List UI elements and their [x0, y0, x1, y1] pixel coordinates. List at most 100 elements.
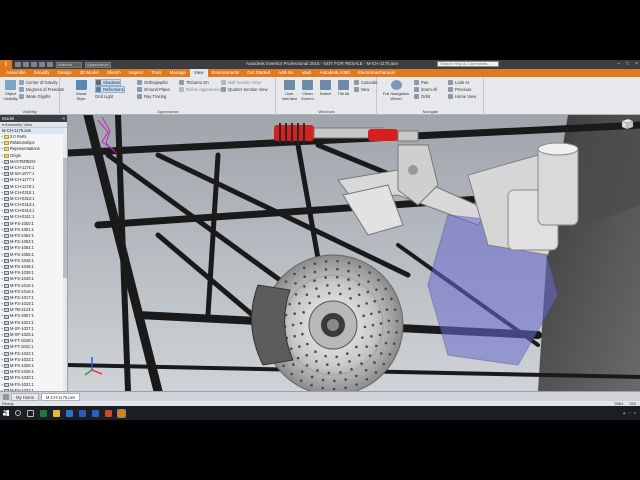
zoom-all-button[interactable]: Zoom All — [414, 86, 437, 93]
tab-vault[interactable]: Vault — [298, 69, 316, 77]
visibility-group: Object Visibility Center of Gravity Degr… — [0, 77, 64, 115]
notification-icon[interactable]: ▴ — [623, 410, 625, 415]
redo-icon[interactable] — [47, 62, 53, 67]
tab-environments[interactable]: Environments — [208, 69, 244, 77]
tab-tools[interactable]: Tools — [147, 69, 166, 77]
appearance-select[interactable]: Appearance — [85, 61, 111, 68]
close-icon[interactable]: × — [62, 115, 65, 122]
tile-all-icon — [338, 80, 349, 90]
tab-view[interactable]: View — [189, 69, 208, 77]
browser-scrollbar[interactable] — [63, 128, 67, 391]
system-tray: ▴ ◌ ◖ — [623, 410, 636, 415]
part-icon — [4, 221, 9, 226]
visual-style-button[interactable]: Visual Style — [71, 79, 91, 101]
model-render[interactable] — [68, 115, 640, 391]
part-icon — [4, 252, 9, 257]
tab-electromechanical[interactable]: Electromechanical — [354, 69, 399, 77]
undo-icon[interactable] — [39, 62, 45, 67]
scrollbar-thumb[interactable] — [63, 158, 67, 278]
maximize-button[interactable]: □ — [626, 61, 629, 67]
ray-tracing-icon — [137, 94, 142, 99]
material-select[interactable]: Material — [56, 61, 82, 68]
windows-group: User Interface Clean Screen Switch Tile … — [277, 77, 378, 115]
switch-button[interactable]: Switch — [317, 79, 334, 101]
tab-3d-model[interactable]: 3D Model — [76, 69, 103, 77]
refine-appearance-button[interactable]: Refine Appearance — [179, 86, 222, 93]
viewcube-icon[interactable] — [618, 118, 634, 130]
quarter-section-button[interactable]: Quarter Section View — [221, 86, 268, 93]
appearance-group: Visual Style Shadows Reflections Grid Li… — [61, 77, 276, 115]
store-icon[interactable] — [66, 409, 73, 417]
tab-sketch[interactable]: Sketch — [103, 69, 125, 77]
word-icon[interactable] — [79, 409, 86, 417]
inventor-logo[interactable]: I — [0, 60, 12, 69]
tab-get-started[interactable]: Get Started — [243, 69, 274, 77]
tab-simplify[interactable]: Simplify — [30, 69, 54, 77]
inventor-icon[interactable] — [117, 408, 126, 418]
model-browser: Model × ▾ Assembly View M-CH-1175.iam +3.… — [0, 115, 68, 393]
home-view-button[interactable]: Home View — [448, 93, 476, 100]
excel-icon[interactable] — [40, 409, 47, 417]
titgamu-button[interactable]: TitGamu On — [179, 79, 209, 86]
tab-inspect[interactable]: Inspect — [125, 69, 148, 77]
half-section-button[interactable]: Half Section View — [221, 79, 261, 86]
tab-a360[interactable]: Autodesk A360 — [316, 69, 354, 77]
tab-assemble[interactable]: Assemble — [2, 69, 30, 77]
graphics-viewport[interactable] — [68, 115, 640, 391]
full-navigation-wheel-button[interactable]: Full Navigation Wheel — [382, 79, 410, 101]
ground-plane-button[interactable]: Ground Plane — [137, 86, 170, 93]
tab-add-ins[interactable]: Add-Ins — [274, 69, 298, 77]
part-icon — [4, 190, 9, 195]
save-icon[interactable] — [31, 62, 37, 67]
open-icon[interactable] — [23, 62, 29, 67]
volume-icon[interactable]: ◖ — [634, 410, 636, 415]
navigate-group: Full Navigation Wheel Pan Zoom All Orbit… — [378, 77, 484, 115]
pan-icon — [414, 80, 419, 85]
explorer-icon[interactable] — [53, 409, 60, 417]
main-area: Model × ▾ Assembly View M-CH-1175.iam +3.… — [0, 115, 640, 401]
ray-tracing-button[interactable]: Ray Tracing — [137, 93, 166, 100]
close-button[interactable]: × — [635, 61, 638, 67]
orbit-icon — [414, 94, 419, 99]
tab-assembly-document[interactable]: M-CH-1175.iam — [40, 392, 81, 401]
new-icon[interactable] — [15, 62, 21, 67]
tab-manage[interactable]: Manage — [166, 69, 190, 77]
windows-icon[interactable] — [0, 406, 12, 420]
grid-icon[interactable] — [3, 393, 9, 400]
network-icon[interactable]: ◌ — [628, 410, 630, 415]
reflections-button[interactable]: Reflections — [95, 86, 125, 93]
shadows-button[interactable]: Shadows — [95, 79, 122, 86]
folder-icon — [4, 135, 9, 140]
outlook-icon[interactable] — [92, 409, 99, 417]
new-window-button[interactable]: New — [354, 86, 369, 93]
tile-all-button[interactable]: Tile All — [335, 79, 352, 101]
previous-view-button[interactable]: Previous — [448, 86, 471, 93]
part-icon — [4, 265, 9, 270]
clean-screen-button[interactable]: Clean Screen — [299, 79, 316, 101]
part-icon — [4, 159, 9, 164]
cascade-button[interactable]: Cascade — [354, 79, 378, 86]
look-at-button[interactable]: Look At — [448, 79, 469, 86]
part-icon — [4, 382, 9, 387]
orbit-button[interactable]: Orbit — [414, 93, 430, 100]
tab-design[interactable]: Design — [54, 69, 76, 77]
tab-my-home[interactable]: My Home — [11, 392, 39, 401]
part-icon — [4, 172, 9, 177]
powerpoint-icon[interactable] — [105, 409, 112, 417]
visibility-group-label: Visibility — [22, 109, 37, 114]
pan-button[interactable]: Pan — [414, 79, 428, 86]
object-visibility-button[interactable]: Object Visibility — [2, 79, 19, 101]
search-icon[interactable] — [15, 410, 21, 416]
center-of-gravity-toggle[interactable]: Center of Gravity — [19, 79, 58, 86]
minimize-button[interactable]: – — [617, 61, 620, 67]
imate-glyphs-toggle[interactable]: iMate Glyphs — [19, 93, 50, 100]
part-icon — [4, 166, 9, 171]
user-interface-button[interactable]: User Interface — [281, 79, 298, 101]
look-at-icon — [448, 80, 453, 85]
orthographic-button[interactable]: Orthographic — [137, 79, 168, 86]
search-input[interactable]: Search Help & Commands... — [437, 61, 499, 67]
degrees-of-freedom-toggle[interactable]: Degrees of Freedom — [19, 86, 64, 93]
part-icon — [4, 246, 9, 251]
task-view-icon[interactable] — [27, 409, 34, 417]
grid-light-button[interactable]: Grid Light — [95, 93, 113, 100]
